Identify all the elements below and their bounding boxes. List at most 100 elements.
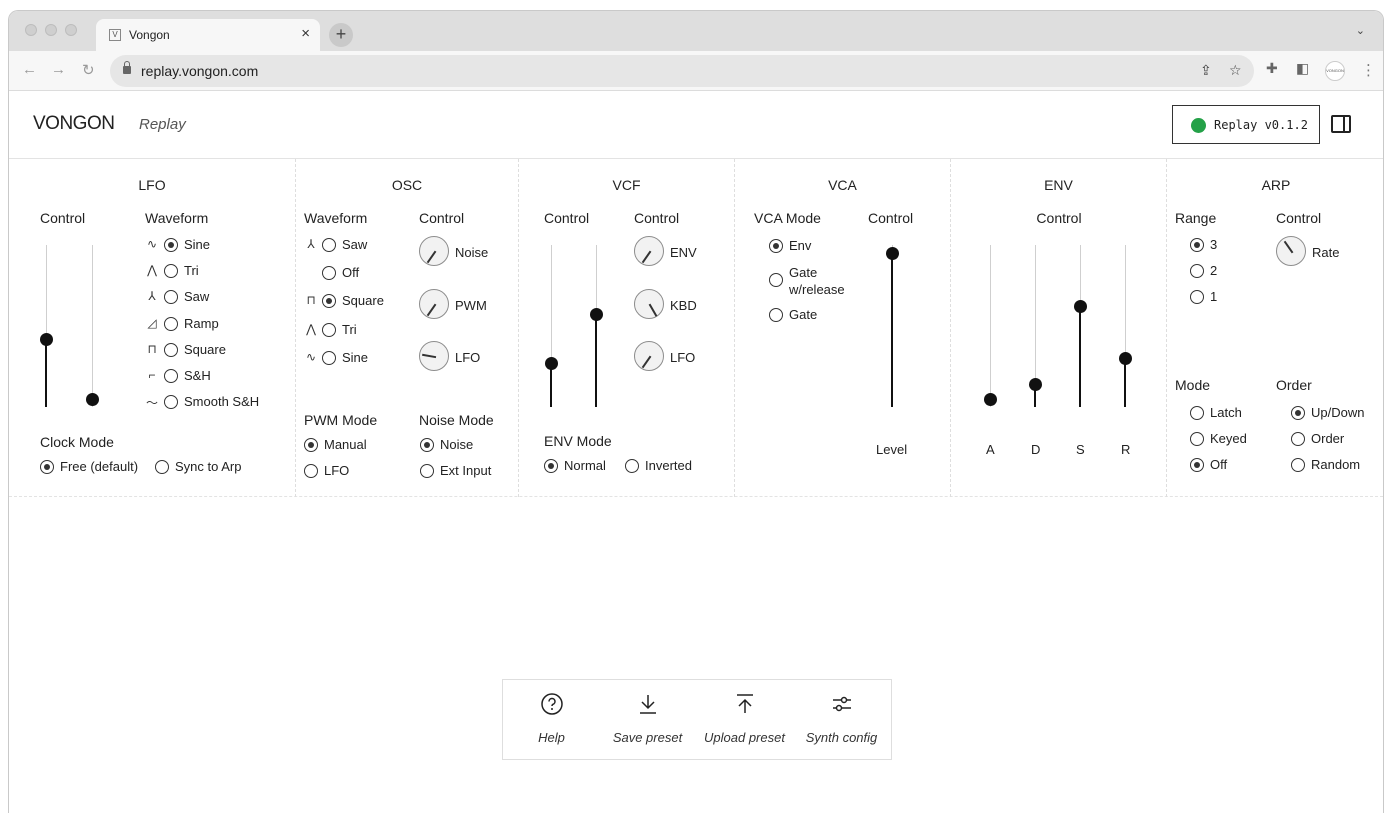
vcf-lfo-label: LFO xyxy=(670,350,696,365)
toggle-panel-icon[interactable] xyxy=(1331,115,1351,133)
osc-pwm-label: PWM xyxy=(455,297,487,313)
arp-order-radio[interactable] xyxy=(1291,406,1305,420)
env-title: ENV xyxy=(1044,177,1073,193)
arp-mode-option-label: Keyed xyxy=(1210,431,1247,447)
synth-config-button[interactable]: Synth config xyxy=(793,680,890,760)
lfo-wave-radio[interactable] xyxy=(164,264,178,279)
env-control-label: Control xyxy=(1036,210,1082,226)
new-tab-button[interactable]: + xyxy=(329,23,353,47)
osc-wave-radio[interactable] xyxy=(322,294,336,309)
status-dot-icon xyxy=(1191,118,1206,133)
back-arrow-icon[interactable]: ← xyxy=(22,61,37,78)
url-field[interactable]: replay.vongon.com ⇪ ☆ xyxy=(110,55,1254,87)
side-panel-icon[interactable]: ◧ xyxy=(1296,60,1309,77)
url-text: replay.vongon.com xyxy=(141,63,259,79)
browser-menu-icon[interactable]: ⋮ xyxy=(1361,61,1376,79)
lfo-clock-mode-label: Clock Mode xyxy=(40,434,114,450)
vcf-control-label-2: Control xyxy=(634,210,680,226)
app-header: VONGON Replay Replay v0.1.2 xyxy=(9,91,1383,159)
tab-bar: V Vongon × + ⌄ xyxy=(9,11,1383,51)
s-h-wave-icon: ⌐ xyxy=(148,368,156,382)
close-tab-icon[interactable]: × xyxy=(301,25,310,42)
device-status-button[interactable]: Replay v0.1.2 xyxy=(1172,105,1320,144)
osc-wave-radio[interactable] xyxy=(322,350,336,365)
lfo-wave-radio[interactable] xyxy=(164,342,178,357)
vcf-env-label: ENV xyxy=(670,245,697,260)
osc-control-label: Control xyxy=(419,210,465,226)
arp-order-radio[interactable] xyxy=(1291,458,1305,473)
smooth-s-h-wave-icon: 〜 xyxy=(145,396,158,411)
arp-range-radio[interactable] xyxy=(1190,238,1204,252)
lfo-wave-option-label: Tri xyxy=(184,263,199,279)
ramp-wave-icon: ◿ xyxy=(147,315,157,330)
arp-mode-label: Mode xyxy=(1175,377,1211,393)
lfo-wave-radio[interactable] xyxy=(164,290,178,305)
vcf-control-label-1: Control xyxy=(544,210,590,226)
saw-wave-icon: ⅄ xyxy=(307,237,315,251)
env-r-label: R xyxy=(1121,442,1131,457)
version-label: Replay v0.1.2 xyxy=(1214,118,1308,132)
osc-wave-option-label: Square xyxy=(342,293,384,309)
osc-wave-option-label: Sine xyxy=(342,349,369,365)
square-wave-icon: ⊓ xyxy=(147,341,157,356)
osc-wave-radio[interactable] xyxy=(322,266,336,281)
reload-icon[interactable]: ↻ xyxy=(82,61,95,79)
bookmark-star-icon[interactable]: ☆ xyxy=(1229,62,1242,79)
lfo-wave-radio[interactable] xyxy=(164,395,178,410)
arp-rate-label: Rate xyxy=(1312,245,1340,260)
vca-mode-label: VCA Mode xyxy=(754,210,821,226)
browser-tab[interactable]: V Vongon × xyxy=(96,19,320,51)
osc-section: OSC Waveform Control ⅄ Saw Off ⊓ Square ⋀ Tri ∿… xyxy=(296,159,519,497)
env-mode-label: ENV Mode xyxy=(544,433,612,449)
synth-panel: LFO Control Waveform ∿ Sine ⋀ Tri ⅄ Saw ◿ Ramp ⊓… xyxy=(9,159,1383,497)
square-wave-icon: ⊓ xyxy=(306,293,316,308)
help-button[interactable]: Help xyxy=(503,680,600,760)
vongon-logo: VONGON xyxy=(33,113,115,134)
minimize-window-button[interactable] xyxy=(45,24,57,36)
vcf-title: VCF xyxy=(612,177,641,193)
osc-wave-radio[interactable] xyxy=(322,322,336,337)
upload-icon xyxy=(696,692,793,718)
lfo-title: LFO xyxy=(138,177,166,193)
vcf-kbd-label: KBD xyxy=(670,297,697,313)
arp-mode-radio[interactable] xyxy=(1190,458,1204,473)
profile-avatar[interactable]: VONGON xyxy=(1325,61,1345,81)
browser-window: V Vongon × + ⌄ ← → ↻ replay.vongon.com ⇪… xyxy=(8,10,1384,813)
sine-wave-icon: ∿ xyxy=(146,237,158,251)
env-s-label: S xyxy=(1076,442,1085,457)
osc-wave-option-label: Off xyxy=(342,265,360,281)
extensions-puzzle-icon[interactable]: ✚ xyxy=(1266,60,1278,77)
lfo-wave-option-label: Ramp xyxy=(184,315,219,331)
download-icon xyxy=(599,692,696,718)
arp-range-option-label: 2 xyxy=(1210,263,1218,279)
tab-search-chevron-icon[interactable]: ⌄ xyxy=(1356,24,1365,37)
lfo-wave-radio[interactable] xyxy=(164,238,178,252)
arp-range-radio[interactable] xyxy=(1190,290,1204,305)
osc-wave-radio[interactable] xyxy=(322,238,336,252)
close-window-button[interactable] xyxy=(25,24,37,36)
arp-range-option-label: 3 xyxy=(1210,237,1218,252)
lfo-wave-option-label: Square xyxy=(184,341,226,357)
lfo-section: LFO Control Waveform ∿ Sine ⋀ Tri ⅄ Saw ◿ Ramp ⊓… xyxy=(9,159,296,497)
env-section: ENV Control A D S R xyxy=(951,159,1167,497)
arp-range-radio[interactable] xyxy=(1190,264,1204,279)
arp-order-radio[interactable] xyxy=(1291,432,1305,447)
lfo-wave-radio[interactable] xyxy=(164,316,178,331)
help-icon xyxy=(503,692,600,718)
bottom-toolbar: Help Save preset Upload preset Synth con… xyxy=(502,679,892,760)
osc-wave-option-label: Tri xyxy=(342,321,357,337)
save-preset-button[interactable]: Save preset xyxy=(599,680,696,760)
arp-mode-option-label: Off xyxy=(1210,457,1228,473)
arp-order-option-label: Random xyxy=(1311,457,1361,473)
arp-order-label: Order xyxy=(1276,377,1312,393)
tab-title: Vongon xyxy=(129,28,170,42)
share-icon[interactable]: ⇪ xyxy=(1200,62,1212,79)
arp-mode-radio[interactable] xyxy=(1190,432,1204,447)
upload-preset-button[interactable]: Upload preset xyxy=(696,680,793,760)
tri-wave-icon: ⋀ xyxy=(147,263,157,278)
lfo-wave-radio[interactable] xyxy=(164,369,178,383)
maximize-window-button[interactable] xyxy=(65,24,77,36)
arp-mode-radio[interactable] xyxy=(1190,406,1204,420)
forward-arrow-icon[interactable]: → xyxy=(51,61,66,78)
tri-wave-icon: ⋀ xyxy=(306,321,316,336)
